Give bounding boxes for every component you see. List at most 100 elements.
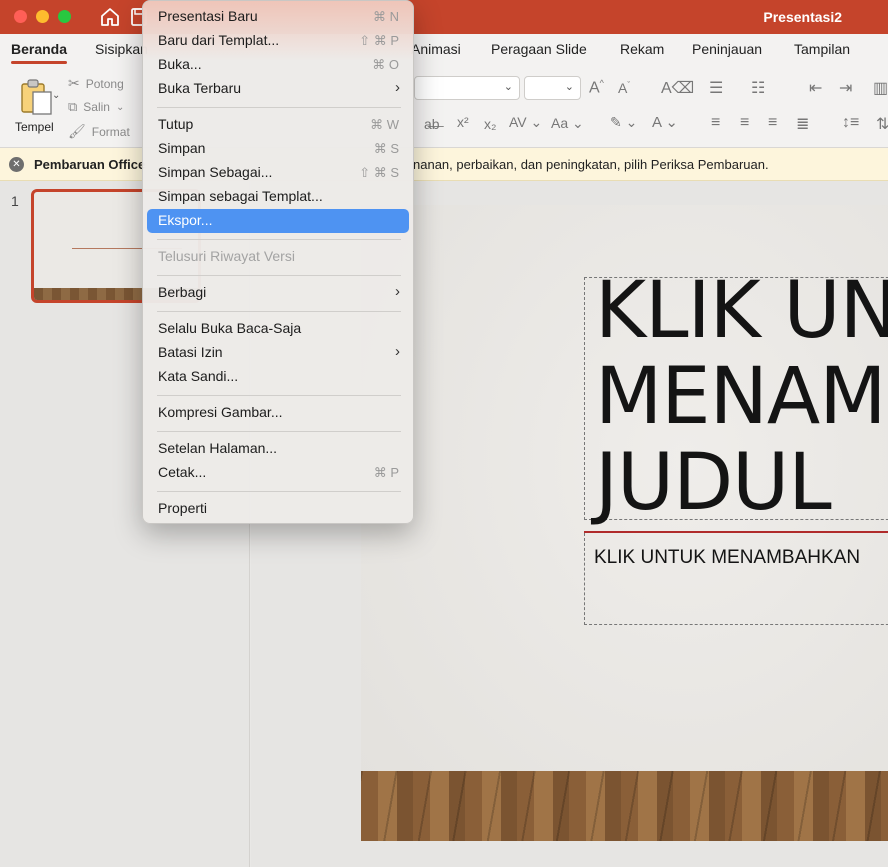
menu-item-tutup[interactable]: Tutup ⌘ W [147,113,409,137]
highlight-icon[interactable]: ✎ ⌄ [610,114,637,131]
subtitle-placeholder[interactable]: KLIK UNTUK MENAMBAHKAN [584,533,888,625]
menu-shortcut: ⇧ ⌘ P [359,33,399,48]
notification-message: nanan, perbaikan, dan peningkatan, pilih… [413,157,769,172]
file-menu: Presentasi Baru ⌘ N Baru dari Templat...… [142,0,414,524]
cut-button[interactable]: ✂ Potong [68,75,124,92]
align-left-icon[interactable]: ≡ [711,114,720,132]
ribbon-toolbar: ⌄ Tempel ✂ Potong ⧉ Salin ⌄ 🖌 Format ⌄ ⌄… [0,66,888,148]
paste-label: Tempel [15,120,54,134]
tab-rekam[interactable]: Rekam [620,41,664,57]
slide-title: KLIK UN MENAME JUDUL [595,266,888,528]
window-title: Presentasi2 [763,9,842,25]
clear-formatting-icon[interactable]: A⌫ [661,78,694,98]
minimize-window-button[interactable] [36,10,49,23]
paintbrush-icon: 🖌 [68,123,86,139]
copy-icon: ⧉ [68,99,78,114]
chevron-down-icon: ⌄ [115,101,125,113]
update-notification-bar: ✕ Pembaruan Office nanan, perbaikan, dan… [0,148,888,181]
copy-label: Salin [83,100,110,114]
font-name-dropdown[interactable]: ⌄ [414,76,520,100]
menu-item-label: Batasi Izin [158,344,223,360]
menu-item-setelan-halaman[interactable]: Setelan Halaman... [147,437,409,461]
font-size-dropdown[interactable]: ⌄ [524,76,581,100]
align-center-icon[interactable]: ≡ [740,114,749,132]
decrease-font-size-icon[interactable]: Aˇ [618,80,630,96]
superscript-icon[interactable]: x² [457,114,469,130]
menu-item-simpan-sebagai-templat[interactable]: Simpan sebagai Templat... [147,185,409,209]
menu-separator [157,431,401,432]
menu-item-baru-dari-templat[interactable]: Baru dari Templat... ⇧ ⌘ P [147,29,409,53]
chevron-right-icon: › [395,343,400,360]
columns-icon[interactable]: ▥ [873,78,888,98]
menu-item-label: Berbagi [158,284,207,300]
menu-item-selalu-buka-baca-saja[interactable]: Selalu Buka Baca-Saja [147,317,409,341]
menu-separator [157,107,401,108]
menu-item-presentasi-baru[interactable]: Presentasi Baru ⌘ N [147,5,409,29]
close-window-button[interactable] [14,10,27,23]
title-placeholder[interactable]: KLIK UN MENAME JUDUL [584,268,888,526]
menu-item-cetak[interactable]: Cetak... ⌘ P [147,461,409,485]
decrease-indent-icon[interactable]: ⇤ [809,78,822,98]
menu-item-berbagi[interactable]: Berbagi › [147,281,409,305]
menu-item-label: Buka Terbaru [158,80,242,96]
cut-label: Potong [85,76,124,91]
menu-shortcut: ⌘ P [373,465,399,480]
menu-item-label: Presentasi Baru [158,8,258,24]
copy-button[interactable]: ⧉ Salin ⌄ [68,99,124,115]
paste-button[interactable]: ⌄ Tempel [12,74,60,140]
menu-item-kompresi-gambar[interactable]: Kompresi Gambar... [147,401,409,425]
text-direction-icon[interactable]: ⇅ [876,114,888,134]
tab-peragaan-slide[interactable]: Peragaan Slide [491,41,587,57]
tab-animasi[interactable]: Animasi [411,41,461,57]
menu-item-batasi-izin[interactable]: Batasi Izin › [147,341,409,365]
menu-item-label: Kompresi Gambar... [158,404,283,420]
chevron-down-icon: ⌄ [564,81,574,93]
menu-item-label: Simpan Sebagai... [158,164,273,180]
tab-beranda[interactable]: Beranda [11,41,68,64]
increase-indent-icon[interactable]: ⇥ [839,78,852,98]
numbering-icon[interactable]: ☷ [751,78,765,98]
line-spacing-icon[interactable]: ↕≡ [842,114,859,132]
scissors-icon: ✂ [68,75,80,91]
subscript-icon[interactable]: x₂ [484,116,496,132]
menu-item-label: Baru dari Templat... [158,32,280,48]
strikethrough-icon[interactable]: a̶b̶ [424,116,440,132]
character-spacing-icon[interactable]: AV ⌄ [509,114,542,131]
align-right-icon[interactable]: ≡ [768,114,777,132]
tab-sisipkan[interactable]: Sisipkan [95,41,148,57]
title-bar: Presentasi2 [0,0,888,34]
change-case-icon[interactable]: Aa ⌄ [551,115,584,132]
chevron-down-icon: ⌄ [503,81,513,93]
bullets-icon[interactable]: ☰ [709,78,723,98]
tab-tampilan[interactable]: Tampilan [794,41,850,57]
chevron-right-icon: › [395,283,400,300]
menu-item-simpan[interactable]: Simpan ⌘ S [147,137,409,161]
justify-icon[interactable]: ≣ [796,114,809,134]
zoom-window-button[interactable] [58,10,71,23]
menu-item-ekspor[interactable]: Ekspor... [147,209,409,233]
menu-shortcut: ⌘ O [372,57,399,72]
menu-item-kata-sandi[interactable]: Kata Sandi... [147,365,409,389]
menu-item-buka-terbaru[interactable]: Buka Terbaru › [147,77,409,101]
close-icon[interactable]: ✕ [9,157,24,172]
home-icon[interactable] [99,6,121,28]
menu-item-label: Setelan Halaman... [158,440,278,456]
increase-font-size-icon[interactable]: A^ [589,78,604,97]
menu-separator [157,311,401,312]
menu-item-buka[interactable]: Buka... ⌘ O [147,53,409,77]
menu-separator [157,491,401,492]
format-painter-button[interactable]: 🖌 Format [68,123,130,140]
chevron-down-icon: ⌄ [52,90,61,101]
menu-shortcut: ⇧ ⌘ S [359,165,399,180]
tab-peninjauan[interactable]: Peninjauan [692,41,762,57]
menu-item-simpan-sebagai[interactable]: Simpan Sebagai... ⇧ ⌘ S [147,161,409,185]
font-color-icon[interactable]: A ⌄ [652,113,678,131]
menu-item-properti[interactable]: Properti [147,497,409,521]
menu-item-label: Simpan [158,140,206,156]
menu-separator [157,239,401,240]
menu-item-label: Buka... [158,56,202,72]
wood-floor-image [361,771,888,841]
menu-item-label: Properti [158,500,208,516]
ribbon-tab-bar: Beranda Sisipkan Animasi Peragaan Slide … [0,34,888,66]
slide-canvas: KLIK UN MENAME JUDUL KLIK UNTUK MENAMBAH… [361,205,888,841]
